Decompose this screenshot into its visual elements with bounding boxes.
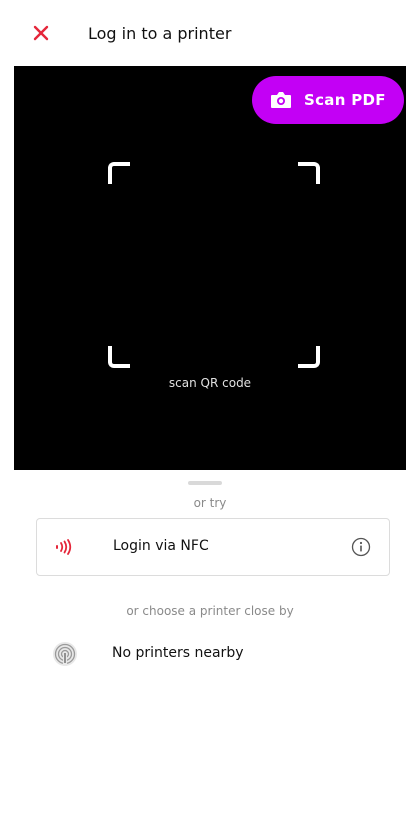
scan-pdf-button[interactable]: Scan PDF <box>252 76 404 124</box>
sheet-drag-handle[interactable] <box>188 481 222 485</box>
qr-scanner-view: Scan PDF scan QR code <box>14 66 406 470</box>
close-icon[interactable] <box>32 24 50 42</box>
app-frame: Log in to a printer Scan PDF scan QR cod… <box>14 0 406 816</box>
bottom-sheet: or try Login via NFC or choose a printer… <box>14 470 406 816</box>
radar-icon <box>53 642 77 666</box>
viewfinder-corner-bottom-left <box>108 346 130 368</box>
page-title: Log in to a printer <box>88 24 232 43</box>
login-nfc-label: Login via NFC <box>113 538 209 554</box>
choose-printer-label: or choose a printer close by <box>126 604 294 618</box>
info-icon[interactable] <box>351 537 371 557</box>
top-bar: Log in to a printer <box>14 0 406 66</box>
viewfinder-corner-top-right <box>298 162 320 184</box>
viewfinder-corner-top-left <box>108 162 130 184</box>
nfc-icon <box>56 539 72 555</box>
scan-hint: scan QR code <box>168 376 252 390</box>
or-try-label: or try <box>193 496 227 510</box>
viewfinder-corner-bottom-right <box>298 346 320 368</box>
no-printers-label: No printers nearby <box>112 645 244 661</box>
scan-pdf-label: Scan PDF <box>304 91 386 109</box>
camera-icon <box>271 92 291 108</box>
nearby-printers-status: No printers nearby <box>14 638 406 678</box>
login-nfc-button[interactable]: Login via NFC <box>36 518 390 576</box>
